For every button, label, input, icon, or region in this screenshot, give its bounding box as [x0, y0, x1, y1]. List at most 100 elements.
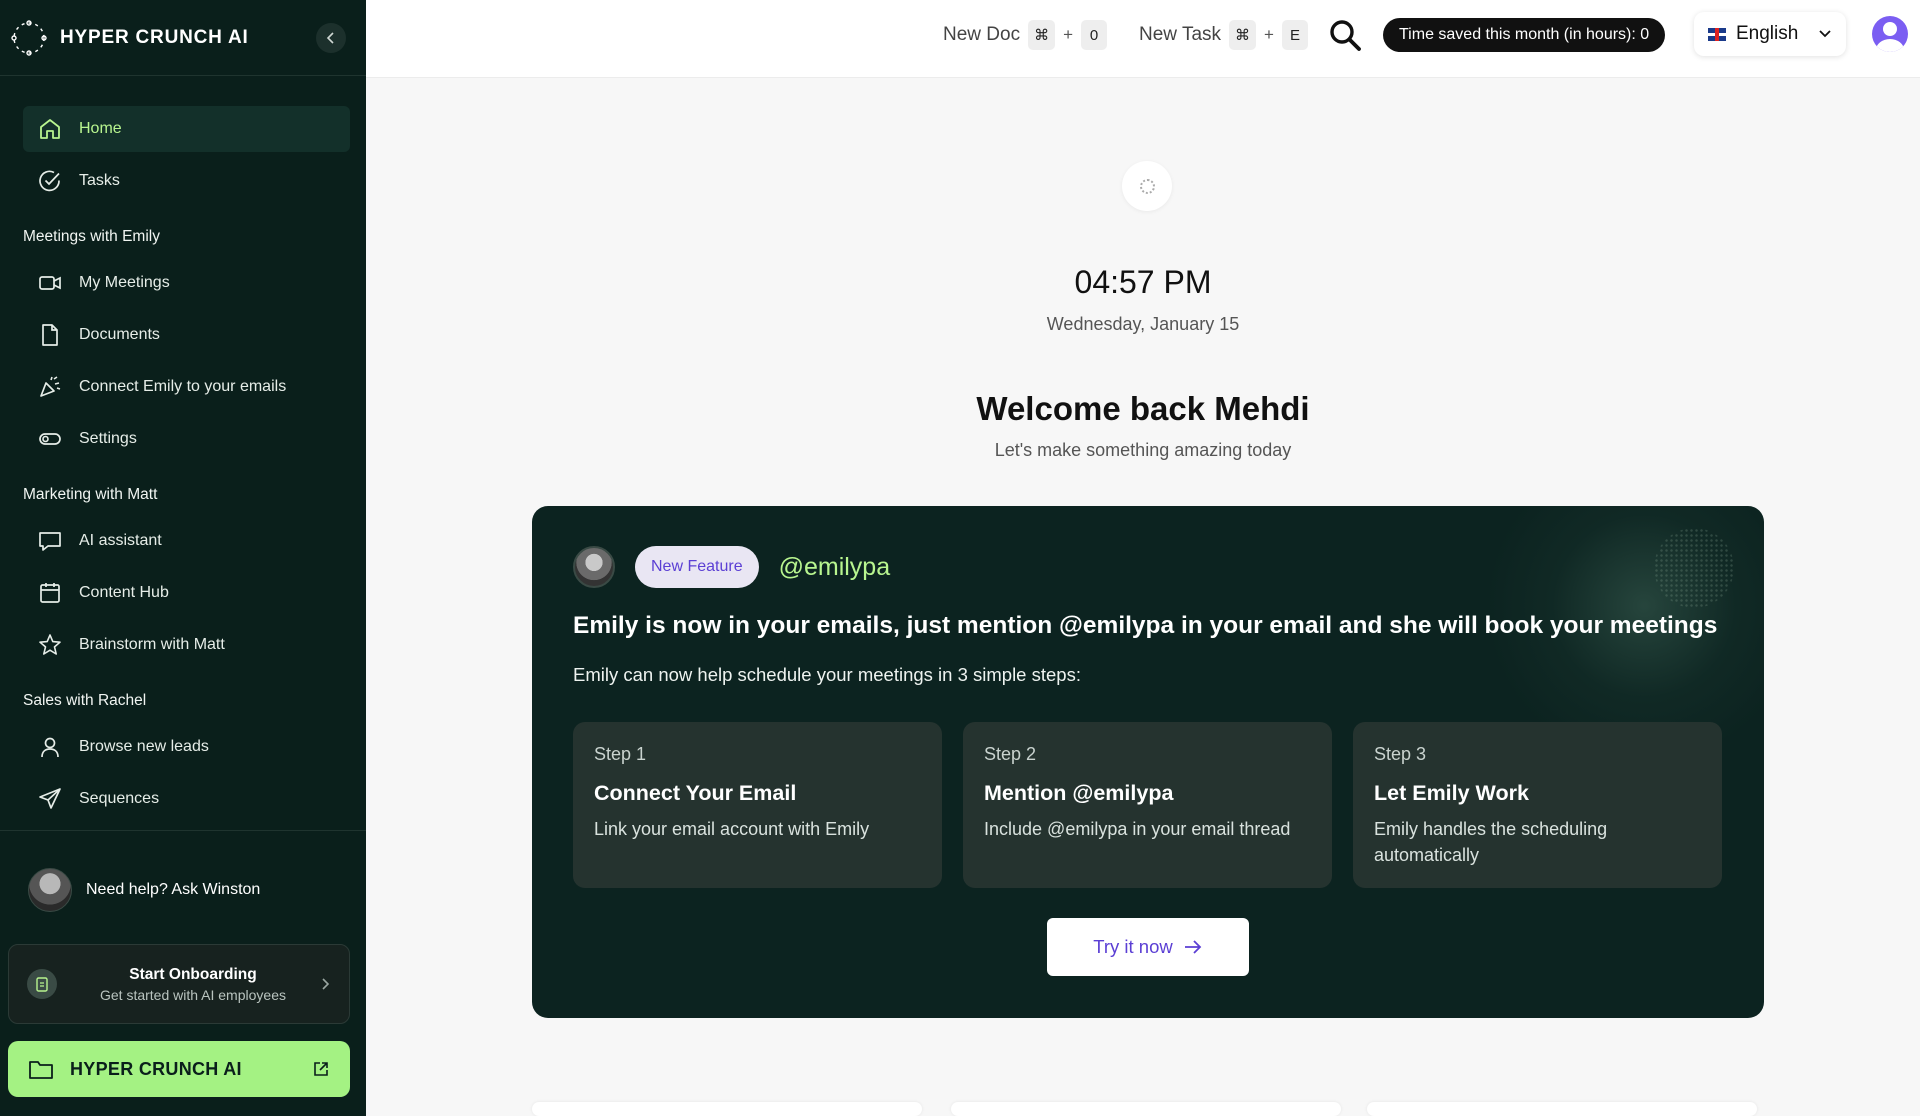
external-link-icon: [314, 1062, 328, 1076]
onboarding-text: Start Onboarding Get started with AI emp…: [67, 966, 319, 1003]
welcome-subtitle: Let's make something amazing today: [994, 440, 1292, 460]
search-icon[interactable]: [1328, 18, 1362, 52]
sidebar-item-label: Content Hub: [79, 584, 169, 601]
step-card: Step 1 Connect Your Email Link your emai…: [573, 722, 942, 888]
sidebar-item-browse-leads[interactable]: Browse new leads: [23, 724, 350, 770]
sidebar-item-tasks[interactable]: Tasks: [23, 158, 350, 204]
sidebar-item-label: Brainstorm with Matt: [79, 636, 225, 653]
home-icon: [40, 119, 60, 139]
feature-subtitle: Emily can now help schedule your meeting…: [573, 664, 1081, 685]
emily-handle: @emilypa: [778, 552, 891, 581]
step-title: Let Emily Work: [1374, 781, 1529, 805]
kbd-plus: +: [1264, 25, 1274, 44]
hyper-crunch-workspace-button[interactable]: HYPER CRUNCH AI: [8, 1041, 350, 1097]
clock-date: Wednesday, January 15: [1046, 314, 1240, 334]
sidebar-item-label: My Meetings: [79, 274, 170, 291]
sidebar-item-home[interactable]: Home: [23, 106, 350, 152]
chevron-right-icon: [322, 978, 330, 990]
winston-avatar: [28, 868, 72, 912]
new-doc-shortcut[interactable]: New Doc ⌘ + 0: [943, 20, 1108, 50]
document-icon: [42, 324, 58, 346]
sidebar-item-connect-emails[interactable]: Connect Emily to your emails: [23, 364, 350, 410]
feature-card: New Feature @emilypa Emily is now in you…: [532, 506, 1764, 1018]
arrow-right-icon: [1184, 940, 1202, 954]
card-header: New Feature @emilypa: [573, 546, 890, 588]
workspace-label: HYPER CRUNCH AI: [70, 1058, 242, 1079]
check-circle-icon: [39, 170, 60, 192]
step-number: Step 1: [594, 744, 647, 764]
kbd-cmd: ⌘: [1229, 20, 1257, 50]
step-title: Connect Your Email: [594, 781, 797, 805]
bottom-card: [951, 1102, 1341, 1116]
clipboard-icon: [27, 969, 57, 999]
main-content: 04:57 PM Wednesday, January 15 Welcome b…: [366, 78, 1920, 1116]
star-icon: [39, 634, 61, 655]
sidebar-item-settings[interactable]: Settings: [23, 416, 350, 462]
time-saved-badge: Time saved this month (in hours): 0: [1383, 18, 1666, 52]
spinner-icon: [1139, 178, 1155, 194]
sidebar-item-brainstorm[interactable]: Brainstorm with Matt: [23, 622, 350, 668]
try-it-now-button[interactable]: Try it now: [1047, 918, 1249, 976]
step-description: Link your email account with Emily: [594, 819, 870, 839]
start-onboarding-button[interactable]: Start Onboarding Get started with AI emp…: [8, 944, 350, 1024]
sidebar-item-label: Settings: [79, 430, 137, 447]
sidebar-item-label: Connect Emily to your emails: [79, 378, 287, 395]
step-description: Emily handles the scheduling automatical…: [1374, 819, 1608, 865]
kbd-0: 0: [1081, 20, 1108, 50]
section-sales: Sales with Rachel: [23, 692, 147, 709]
bottom-card: [1367, 1102, 1757, 1116]
toggle-icon: [39, 433, 61, 445]
brand-logo-icon: [11, 19, 47, 56]
card-dots: [1654, 528, 1734, 608]
feature-title: Emily is now in your emails, just mentio…: [573, 612, 1718, 639]
sidebar-item-content-hub[interactable]: Content Hub: [23, 570, 350, 616]
sidebar-item-sequences[interactable]: Sequences: [23, 776, 350, 822]
chat-bubble-icon: [39, 532, 61, 551]
new-feature-badge: New Feature: [635, 546, 759, 588]
emily-avatar: [573, 546, 615, 588]
kbd-e: E: [1281, 20, 1308, 50]
sidebar-item-label: Home: [79, 120, 122, 137]
uk-flag-icon: [1708, 27, 1726, 41]
collapse-sidebar-button[interactable]: [316, 22, 346, 53]
sidebar-item-label: AI assistant: [79, 532, 162, 549]
sidebar-header: HYPER CRUNCH AI: [0, 0, 366, 76]
step-description: Include @emilypa in your email thread: [984, 819, 1291, 839]
send-icon: [39, 788, 61, 809]
step-number: Step 2: [984, 744, 1037, 764]
calendar-icon: [40, 583, 60, 603]
steps-list: Step 1 Connect Your Email Link your emai…: [573, 722, 1722, 888]
step-card: Step 3 Let Emily Work Emily handles the …: [1353, 722, 1722, 888]
onboarding-title: Start Onboarding: [129, 965, 257, 983]
folder-icon: [29, 1061, 53, 1079]
new-task-label: New Task: [1139, 24, 1222, 45]
sidebar-item-label: Sequences: [79, 790, 160, 807]
sidebar-item-ai-assistant[interactable]: AI assistant: [23, 518, 350, 564]
sidebar-item-documents[interactable]: Documents: [23, 312, 350, 358]
video-camera-icon: [39, 276, 61, 290]
new-task-shortcut[interactable]: New Task ⌘ + E: [1139, 20, 1308, 50]
section-meetings: Meetings with Emily: [23, 228, 160, 245]
sidebar-item-label: Tasks: [79, 172, 120, 189]
chevron-left-icon: [326, 31, 334, 44]
onboarding-subtitle: Get started with AI employees: [100, 986, 286, 1003]
party-popper-icon: [40, 376, 61, 397]
chevron-down-icon: [1819, 30, 1831, 38]
bottom-card: [532, 1102, 922, 1116]
language-select[interactable]: English: [1694, 12, 1846, 56]
kbd-cmd: ⌘: [1028, 20, 1056, 50]
sidebar-nav: Home Tasks Meetings with Emily My Meetin…: [0, 76, 366, 822]
new-doc-label: New Doc: [943, 24, 1021, 45]
user-icon: [41, 737, 59, 758]
step-card: Step 2 Mention @emilypa Include @emilypa…: [963, 722, 1332, 888]
user-avatar[interactable]: [1872, 16, 1908, 52]
top-bar: New Doc ⌘ + 0 New Task ⌘ + E Time saved …: [366, 0, 1920, 78]
sidebar-divider: [0, 830, 366, 831]
section-marketing: Marketing with Matt: [23, 486, 158, 503]
sidebar-item-label: Documents: [79, 326, 160, 343]
welcome-title: Welcome back Mehdi: [976, 390, 1310, 427]
kbd-plus: +: [1063, 25, 1074, 44]
brand-name: HYPER CRUNCH AI: [60, 26, 249, 48]
sidebar-item-my-meetings[interactable]: My Meetings: [23, 260, 350, 306]
help-winston[interactable]: Need help? Ask Winston: [28, 868, 260, 912]
